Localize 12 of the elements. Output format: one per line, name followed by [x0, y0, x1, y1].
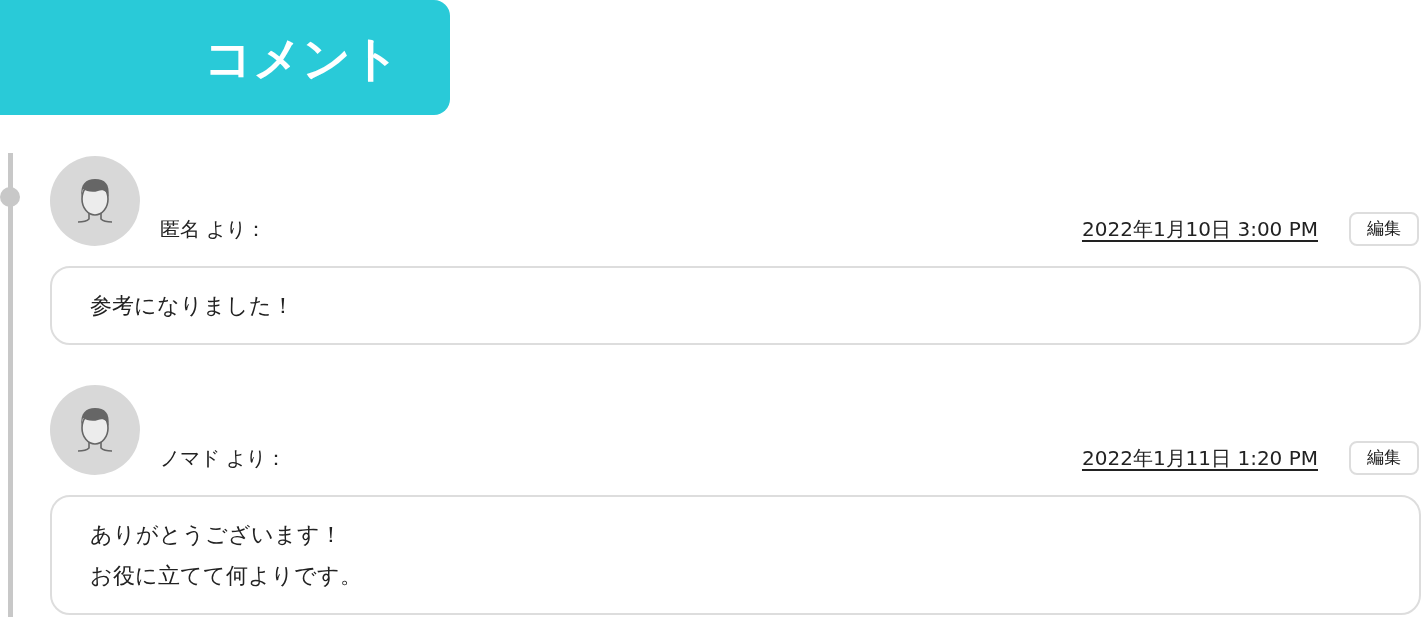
timestamp-link[interactable]: 2022年1月10日 3:00 PM	[1082, 216, 1318, 242]
comment-text: お役に立てて何よりです。	[90, 562, 362, 590]
author-name: 匿名 より：	[160, 216, 267, 242]
header-title: コメント	[204, 33, 400, 82]
avatar-icon	[50, 156, 140, 246]
comment-text: 参考になりました！	[90, 292, 294, 320]
avatar-icon	[50, 385, 140, 475]
comment-text: ありがとうございます！	[90, 521, 342, 549]
author-name: ノマド より：	[160, 445, 287, 471]
timestamp-link[interactable]: 2022年1月11日 1:20 PM	[1082, 445, 1318, 471]
edit-button[interactable]: 編集	[1349, 441, 1419, 475]
edit-button[interactable]: 編集	[1349, 212, 1419, 246]
